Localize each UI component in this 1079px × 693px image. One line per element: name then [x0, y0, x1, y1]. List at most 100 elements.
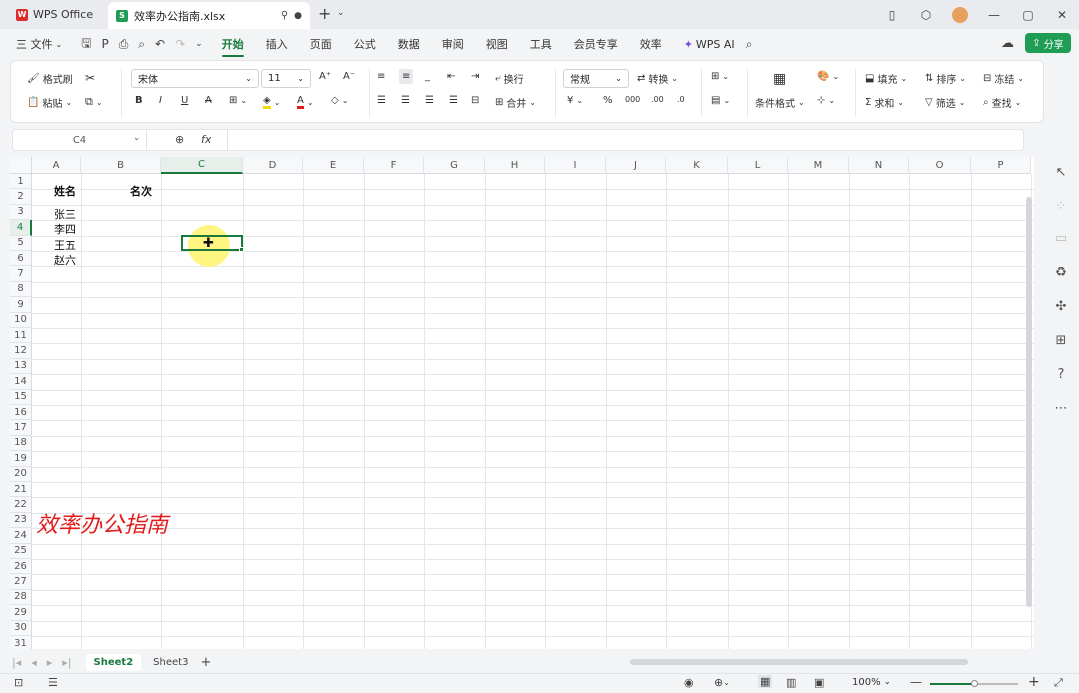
cell-a5[interactable]: 赵六	[54, 252, 76, 268]
row-header-9[interactable]: 9	[10, 297, 32, 313]
tab-tools[interactable]: 工具	[519, 29, 563, 59]
rows-cols-icon[interactable]: ⊹ ⌄	[817, 95, 835, 106]
row-header-30[interactable]: 30	[10, 620, 32, 636]
row-header-7[interactable]: 7	[10, 266, 32, 282]
number-format-select[interactable]: 常规 ⌄	[563, 69, 629, 88]
minimize-icon[interactable]: —	[977, 8, 1011, 22]
decrease-font-icon[interactable]: A⁻	[343, 71, 355, 82]
chart-icon[interactable]: ♻	[1052, 263, 1070, 281]
row-header-5[interactable]: 5	[10, 235, 32, 251]
chevron-down-icon[interactable]: ⌄	[337, 8, 345, 18]
search-icon[interactable]: ⌕	[746, 37, 753, 52]
strikethrough-icon[interactable]: A	[205, 95, 212, 106]
spreadsheet-grid[interactable]: ABCDEFGHIJKLMNOP 1 2 3 4 5 6 7 8 9 10 11 12 13 14 15 16…	[10, 157, 1034, 649]
comment-icon[interactable]: ▭	[1052, 229, 1070, 247]
column-header-k[interactable]: K	[666, 157, 728, 174]
format-painter-button[interactable]: 🖌 格式刷	[27, 71, 73, 86]
font-size-select[interactable]: 11 ⌄	[261, 69, 311, 88]
freeze-button[interactable]: ⊟ 冻结 ⌄	[983, 71, 1024, 86]
row-header-16[interactable]: 16	[10, 405, 32, 421]
justify-icon[interactable]: ☰	[449, 95, 458, 106]
wps-ai-button[interactable]: ✦ WPS AI	[673, 29, 746, 59]
row-header-18[interactable]: 18	[10, 435, 32, 452]
quick-access-more-icon[interactable]: ⌄	[195, 39, 203, 49]
save-icon[interactable]: 🖫	[81, 34, 91, 55]
column-header-c[interactable]: C	[161, 157, 243, 174]
row-header-29[interactable]: 29	[10, 605, 32, 621]
tab-efficiency[interactable]: 效率	[629, 29, 673, 59]
row-header-26[interactable]: 26	[10, 559, 32, 575]
column-header-d[interactable]: D	[243, 157, 303, 174]
more-icon[interactable]: ⋯	[1052, 399, 1070, 417]
tab-home[interactable]: 开始	[211, 29, 255, 59]
help-icon[interactable]: ?	[1052, 365, 1070, 383]
column-header-p[interactable]: P	[971, 157, 1031, 174]
distributed-icon[interactable]: ⊟	[471, 95, 479, 106]
tab-formula[interactable]: 公式	[343, 29, 387, 59]
normal-view-icon[interactable]: ▦	[758, 675, 773, 688]
row-header-11[interactable]: 11	[10, 328, 32, 344]
row-header-20[interactable]: 20	[10, 466, 32, 482]
column-header-h[interactable]: H	[485, 157, 545, 174]
cell-b1[interactable]: 名次	[130, 183, 152, 199]
next-sheet-icon[interactable]: ▸	[47, 656, 53, 669]
fill-color-icon[interactable]: ◈ ⌄	[263, 95, 280, 109]
currency-icon[interactable]: ¥ ⌄	[567, 95, 583, 106]
zoom-dropdown-icon[interactable]: ⌄	[884, 677, 891, 686]
format-icon[interactable]: 🎨 ⌄	[817, 71, 839, 82]
merge-button[interactable]: ⊞ 合并 ⌄	[495, 95, 536, 110]
row-header-23[interactable]: 23	[10, 512, 32, 529]
vertical-scrollbar[interactable]	[1026, 197, 1032, 607]
filter-button[interactable]: ▽ 筛选 ⌄	[925, 95, 965, 110]
indent-decrease-icon[interactable]: ⇤	[447, 71, 455, 82]
cube-icon[interactable]: ⬡	[909, 8, 943, 22]
pin-icon[interactable]: ⚲	[281, 10, 288, 21]
print-preview-icon[interactable]: ⌕	[138, 37, 145, 52]
align-right-icon[interactable]: ☰	[425, 95, 434, 106]
cell-a4[interactable]: 王五	[54, 237, 76, 253]
eye-icon[interactable]: ◉	[684, 676, 694, 689]
maximize-icon[interactable]: ▢	[1011, 8, 1045, 22]
macro-icon[interactable]: ⊡	[14, 676, 23, 689]
fullscreen-icon[interactable]: ⤢	[1054, 676, 1063, 690]
row-header-2[interactable]: 2	[10, 189, 32, 205]
clear-format-icon[interactable]: ◇ ⌄	[331, 95, 348, 106]
cut-icon[interactable]: ✂	[85, 71, 95, 85]
name-box[interactable]: C4 ⌄	[13, 130, 147, 150]
thousands-icon[interactable]: 000	[625, 95, 640, 104]
row-header-12[interactable]: 12	[10, 343, 32, 359]
select-all-corner[interactable]	[10, 157, 32, 174]
align-bottom-icon[interactable]: _	[425, 71, 430, 82]
decimal-decrease-icon[interactable]: .0	[677, 95, 685, 104]
tab-member[interactable]: 会员专享	[563, 29, 629, 59]
avatar[interactable]	[943, 6, 977, 23]
share-button[interactable]: ⇪ 分享	[1025, 33, 1071, 53]
row-header-10[interactable]: 10	[10, 312, 32, 328]
tools-icon[interactable]: ✣	[1052, 297, 1070, 315]
column-header-b[interactable]: B	[81, 157, 161, 174]
convert-button[interactable]: ⇄ 转换 ⌄	[637, 71, 678, 86]
row-header-31[interactable]: 31	[10, 636, 32, 649]
column-header-l[interactable]: L	[728, 157, 788, 174]
tab-view[interactable]: 视图	[475, 29, 519, 59]
pointer-icon[interactable]: ↖	[1052, 163, 1070, 181]
column-header-n[interactable]: N	[849, 157, 909, 174]
sort-button[interactable]: ⇅ 排序 ⌄	[925, 71, 966, 86]
cell-a1[interactable]: 姓名	[54, 183, 76, 199]
increase-font-icon[interactable]: A⁺	[319, 71, 331, 82]
indent-increase-icon[interactable]: ⇥	[471, 71, 479, 82]
column-header-m[interactable]: M	[788, 157, 849, 174]
italic-icon[interactable]: I	[159, 95, 162, 106]
row-header-21[interactable]: 21	[10, 482, 32, 498]
page-layout-icon[interactable]: ▥	[786, 676, 796, 689]
tab-data[interactable]: 数据	[387, 29, 431, 59]
add-sheet-button[interactable]: +	[200, 655, 211, 670]
row-header-6[interactable]: 6	[10, 251, 32, 267]
cond-format-button[interactable]: 条件格式 ⌄	[755, 95, 805, 110]
row-header-25[interactable]: 25	[10, 543, 32, 559]
table-style-icon[interactable]: ⊞ ⌄	[711, 71, 729, 82]
row-header-27[interactable]: 27	[10, 574, 32, 590]
column-header-g[interactable]: G	[424, 157, 485, 174]
document-tab[interactable]: S 效率办公指南.xlsx ⚲ ●	[108, 2, 310, 29]
row-header-4[interactable]: 4	[10, 220, 32, 236]
